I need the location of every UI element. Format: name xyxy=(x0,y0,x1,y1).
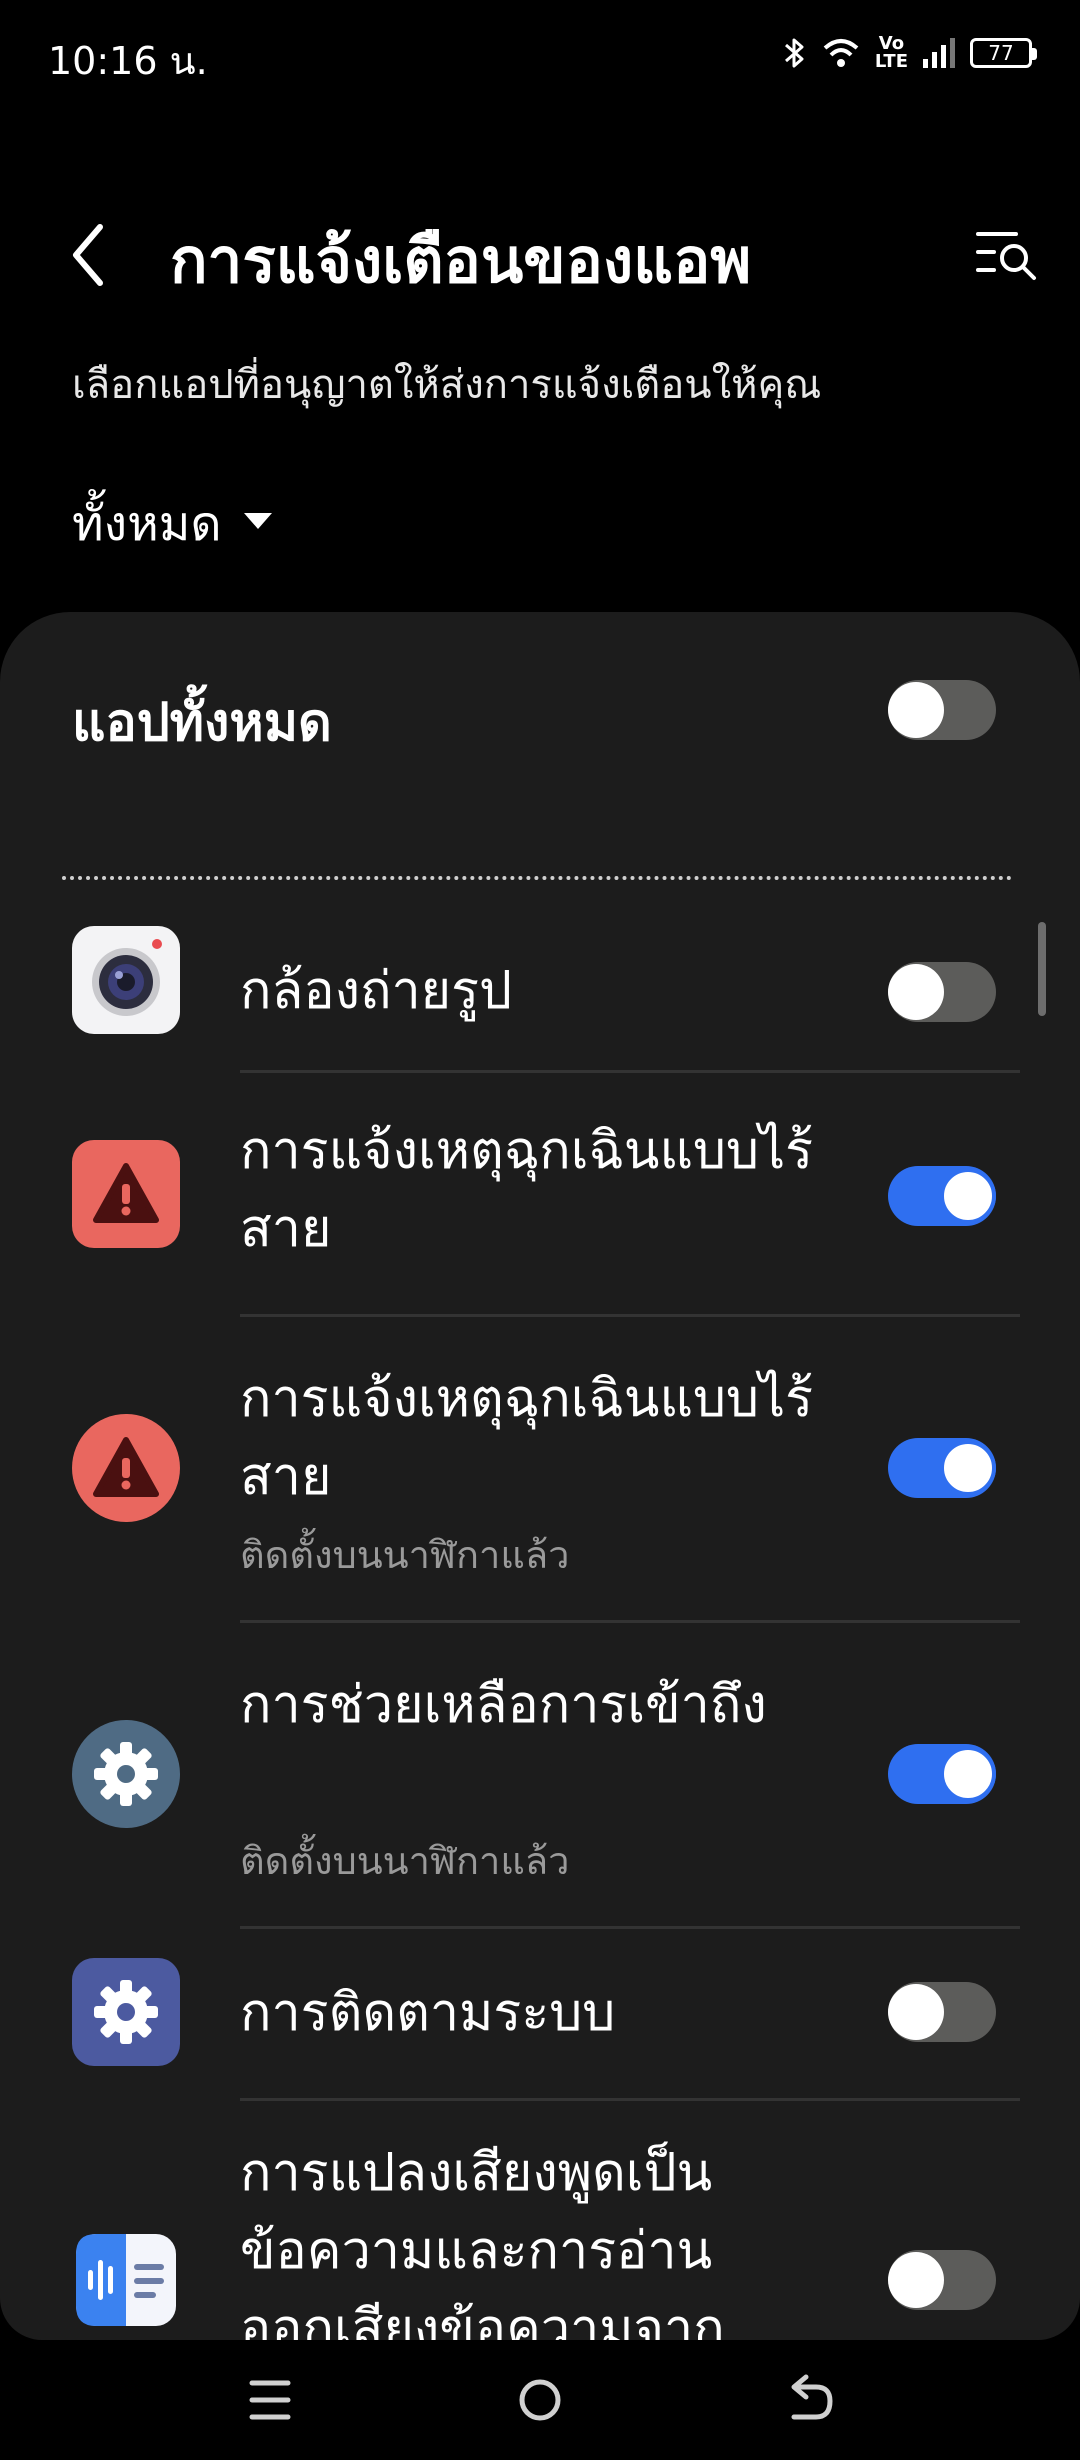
speech-to-text-icon xyxy=(72,2226,180,2334)
caret-down-icon xyxy=(243,513,272,529)
wifi-icon xyxy=(823,39,859,67)
filter-search-button[interactable] xyxy=(970,218,1042,290)
app-toggle[interactable] xyxy=(888,1166,996,1226)
status-bar: 10:16 น. Vo LTE 77 xyxy=(0,0,1080,110)
nav-back-button[interactable] xyxy=(770,2365,850,2435)
volte-icon: Vo LTE xyxy=(874,33,908,72)
list-item-system-tracing[interactable]: การติดตามระบบ xyxy=(0,1928,1080,2101)
app-subtitle: ติดตั้งบนนาฬิกาแล้ว xyxy=(240,1533,570,1577)
home-icon xyxy=(519,2379,561,2421)
app-toggle[interactable] xyxy=(888,2250,996,2310)
app-name: การแจ้งเหตุฉุกเฉินแบบไร้สาย xyxy=(240,1369,814,1507)
app-list-card: แอปทั้งหมด กล้องถ่ายรูป การแจ้งเหตุฉุกเฉ… xyxy=(0,612,1080,2340)
filter-dropdown-label: ทั้งหมด xyxy=(72,496,222,552)
gear-icon xyxy=(72,1958,180,2066)
navigation-bar xyxy=(0,2340,1080,2460)
signal-icon xyxy=(923,38,955,68)
camera-icon xyxy=(72,926,180,1034)
status-time: 10:16 น. xyxy=(48,39,208,83)
all-apps-toggle[interactable] xyxy=(888,680,996,740)
list-item-speech-to-text[interactable]: การแปลงเสียงพูดเป็นข้อความและการอ่านออกเ… xyxy=(0,2100,1080,2340)
gear-icon xyxy=(72,1720,180,1828)
emergency-alert-icon xyxy=(72,1414,180,1522)
dotted-divider xyxy=(62,876,1012,880)
filter-dropdown[interactable]: ทั้งหมด xyxy=(72,486,272,562)
back-icon xyxy=(791,2374,833,2420)
home-button[interactable] xyxy=(500,2365,580,2435)
app-name: การช่วยเหลือการเข้าถึง xyxy=(240,1675,767,1735)
page-subtitle: เลือกแอปที่อนุญาตให้ส่งการแจ้งเตือนให้คุ… xyxy=(72,362,822,408)
app-name: การแปลงเสียงพูดเป็นข้อความและการอ่านออกเ… xyxy=(240,2143,725,2340)
app-toggle[interactable] xyxy=(888,1438,996,1498)
status-icons: Vo LTE 77 xyxy=(783,28,1037,78)
divider xyxy=(240,1070,1020,1073)
recents-icon xyxy=(249,2380,291,2420)
list-item-emergency-alert[interactable]: การแจ้งเหตุฉุกเฉินแบบไร้สาย xyxy=(0,1074,1080,1317)
app-name: การติดตามระบบ xyxy=(240,1983,616,2043)
list-item-accessibility[interactable]: การช่วยเหลือการเข้าถึง ติดตั้งบนนาฬิกาแล… xyxy=(0,1622,1080,1929)
all-apps-label: แอปทั้งหมด xyxy=(72,693,332,753)
filter-search-icon xyxy=(976,232,1036,280)
app-subtitle: ติดตั้งบนนาฬิกาแล้ว xyxy=(240,1839,570,1883)
bluetooth-icon xyxy=(784,38,804,68)
app-toggle[interactable] xyxy=(888,962,996,1022)
back-button[interactable] xyxy=(60,215,120,295)
recents-button[interactable] xyxy=(230,2365,310,2435)
app-toggle[interactable] xyxy=(888,1744,996,1804)
list-item-camera[interactable]: กล้องถ่ายรูป xyxy=(0,912,1080,1073)
app-toggle[interactable] xyxy=(888,1982,996,2042)
emergency-alert-icon xyxy=(72,1140,180,1248)
page-title: การแจ้งเตือนของแอพ xyxy=(170,224,752,297)
list-item-emergency-alert-watch[interactable]: การแจ้งเหตุฉุกเฉินแบบไร้สาย ติดตั้งบนนาฬ… xyxy=(0,1316,1080,1623)
battery-icon: 77 xyxy=(970,38,1037,68)
app-name: กล้องถ่ายรูป xyxy=(240,961,513,1021)
back-arrow-icon xyxy=(73,224,103,286)
app-name: การแจ้งเหตุฉุกเฉินแบบไร้สาย xyxy=(240,1121,814,1259)
